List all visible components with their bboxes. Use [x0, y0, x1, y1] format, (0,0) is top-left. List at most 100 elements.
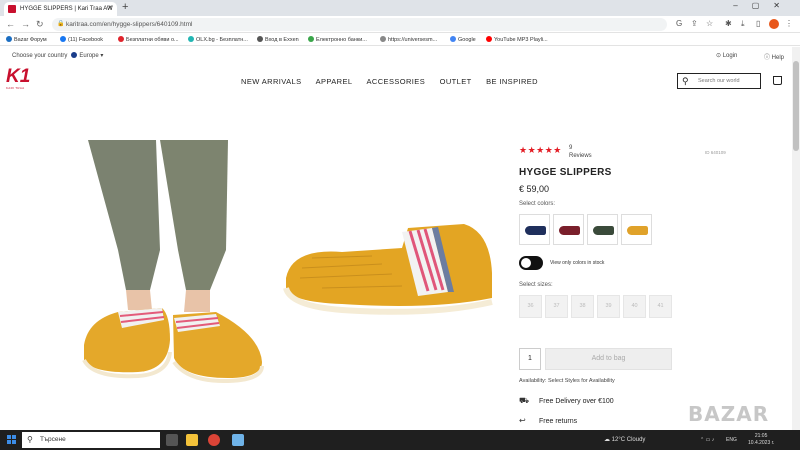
bazar-watermark: BAZAR [688, 402, 770, 426]
main-navigation: NEW ARRIVALS APPAREL ACCESSORIES OUTLET … [241, 77, 550, 86]
extensions-icon[interactable]: ✱ [725, 19, 732, 28]
add-to-bag-button[interactable]: Add to bag [545, 348, 672, 370]
product-image-model[interactable] [78, 140, 266, 390]
rating-stars[interactable]: ★★★★★ [519, 145, 562, 156]
review-count[interactable]: 9 [569, 145, 572, 151]
clock-date: 10.4.2023 г. [748, 440, 775, 446]
color-swatch-shoe [559, 226, 580, 235]
bookmark-item[interactable]: OLX.bg - Безплатн... [188, 36, 248, 43]
free-delivery-row: ⛟ Free Delivery over €100 [519, 396, 614, 406]
bookmark-item[interactable]: Вход в Exxen [257, 36, 299, 43]
color-swatch-burgundy[interactable] [553, 214, 584, 245]
color-swatch-shoe [593, 226, 614, 235]
close-tab-icon[interactable]: ✕ [107, 2, 113, 16]
site-favicon-icon [8, 5, 16, 13]
bookmark-item[interactable]: Google [450, 36, 476, 43]
in-stock-toggle-label: View only colors in stock [550, 260, 605, 266]
nav-apparel[interactable]: APPAREL [316, 77, 353, 86]
search-placeholder: Search our world [698, 78, 740, 84]
profile-avatar[interactable] [769, 19, 779, 29]
scrollbar-thumb[interactable] [793, 61, 799, 151]
url-field[interactable]: 🔒 karitraa.com/en/hygge-slippers/640109.… [52, 18, 667, 31]
app-icon[interactable] [232, 434, 244, 446]
color-swatch-green[interactable] [587, 214, 618, 245]
product-image-side[interactable] [282, 218, 496, 318]
site-top-strip: Choose your country Europe ▾ ⊙ Login ⓘ He… [0, 47, 790, 64]
bookmarks-bar: Bazar Форум (11) Facebook Безплатни обяв… [0, 33, 800, 46]
download-icon[interactable]: ⤓ [741, 19, 745, 29]
forward-icon[interactable]: → [21, 19, 30, 29]
size-option[interactable]: 38 [571, 295, 594, 318]
weather-widget[interactable]: ☁ 12°C Cloudy [604, 436, 645, 443]
logo-subtext: KARI TRAA [6, 86, 25, 90]
in-stock-toggle[interactable] [519, 256, 543, 270]
nav-new-arrivals[interactable]: NEW ARRIVALS [241, 77, 302, 86]
product-id: ID 640109 [705, 150, 726, 155]
page-scrollbar[interactable] [792, 47, 800, 430]
clock-time: 21:05 [754, 433, 768, 439]
file-explorer-icon[interactable] [186, 434, 198, 446]
return-arrow-icon: ↩ [519, 416, 526, 425]
bookmark-item[interactable]: YouTube MP3 Playli... [486, 36, 548, 43]
country-selector[interactable]: Choose your country Europe ▾ [12, 52, 103, 59]
product-price: € 59,00 [519, 184, 550, 194]
shopping-bag-icon[interactable] [773, 76, 782, 85]
url-text: karitraa.com/en/hygge-slippers/640109.ht… [66, 21, 193, 28]
bookmark-item[interactable]: Безплатни обяви о... [118, 36, 179, 43]
windows-start-icon[interactable] [7, 435, 17, 445]
browser-tab-bar: HYGGE SLIPPERS | Kari Traa AW ✕ + –▢✕ [0, 0, 800, 16]
login-link[interactable]: ⊙ Login [716, 52, 737, 59]
reload-icon[interactable]: ↻ [36, 19, 44, 30]
size-option[interactable]: 39 [597, 295, 620, 318]
browser-tab[interactable]: HYGGE SLIPPERS | Kari Traa AW ✕ [4, 2, 117, 16]
taskbar-search-input[interactable]: ⚲ Търсене [22, 432, 160, 448]
menu-icon[interactable]: ⋮ [785, 19, 793, 28]
lock-icon: 🔒 [57, 21, 65, 27]
color-swatch-shoe [627, 226, 648, 235]
back-icon[interactable]: ← [6, 19, 15, 29]
search-icon: ⚲ [27, 435, 33, 444]
chrome-icon[interactable] [208, 434, 220, 446]
system-tray-icons[interactable]: ⌃ ▭ ♪ [700, 437, 714, 443]
nav-accessories[interactable]: ACCESSORIES [367, 77, 426, 86]
size-option[interactable]: 41 [649, 295, 672, 318]
help-link[interactable]: ⓘ Help [764, 52, 784, 61]
bookmark-item[interactable]: https://universesm... [380, 36, 437, 43]
site-search-input[interactable]: ⚲ Search our world [677, 73, 761, 89]
size-option[interactable]: 37 [545, 295, 568, 318]
bookmark-star-icon[interactable]: ☆ [706, 19, 713, 28]
size-option[interactable]: 36 [519, 295, 542, 318]
language-indicator[interactable]: ENG [726, 437, 737, 443]
bookmark-item[interactable]: Електронно банки... [308, 36, 367, 43]
taskbar-clock[interactable]: 21:05 10.4.2023 г. [748, 433, 774, 447]
size-option[interactable]: 40 [623, 295, 646, 318]
taskbar-search-text: Търсене [40, 436, 66, 443]
task-view-icon[interactable] [166, 434, 178, 446]
window-controls[interactable]: –▢✕ [733, 1, 794, 10]
new-tab-icon[interactable]: + [122, 1, 128, 13]
reviews-label[interactable]: Reviews [569, 153, 592, 159]
color-swatch-yellow[interactable] [621, 214, 652, 245]
windows-taskbar: ⚲ Търсене ☁ 12°C Cloudy ⌃ ▭ ♪ ENG 21:05 … [0, 430, 800, 450]
sidepanel-icon[interactable]: ▯ [756, 19, 760, 28]
logo-mark: K1 [6, 66, 31, 87]
select-sizes-label: Select sizes: [519, 282, 553, 288]
color-swatch-navy[interactable] [519, 214, 550, 245]
nav-be-inspired[interactable]: BE INSPIRED [486, 77, 538, 86]
availability-text: Availability: Select Styles for Availabi… [519, 378, 615, 384]
bookmark-item[interactable]: Bazar Форум [6, 36, 47, 43]
search-icon: ⚲ [682, 76, 689, 86]
toggle-knob [521, 258, 531, 268]
quantity-input[interactable]: 1 [519, 348, 541, 370]
eu-flag-icon [71, 52, 78, 58]
bookmark-item[interactable]: (11) Facebook [60, 36, 103, 43]
brand-logo[interactable]: K1 KARI TRAA [6, 66, 36, 94]
free-returns-text: Free returns [539, 418, 578, 425]
address-bar-row: ← → ↻ 🔒 karitraa.com/en/hygge-slippers/6… [0, 16, 800, 33]
share-icon[interactable]: ⇪ [691, 19, 698, 28]
nav-outlet[interactable]: OUTLET [440, 77, 472, 86]
color-swatch-shoe [525, 226, 546, 235]
select-colors-label: Select colors: [519, 201, 556, 207]
google-icon[interactable]: G [676, 19, 682, 28]
product-title: HYGGE SLIPPERS [519, 167, 612, 178]
